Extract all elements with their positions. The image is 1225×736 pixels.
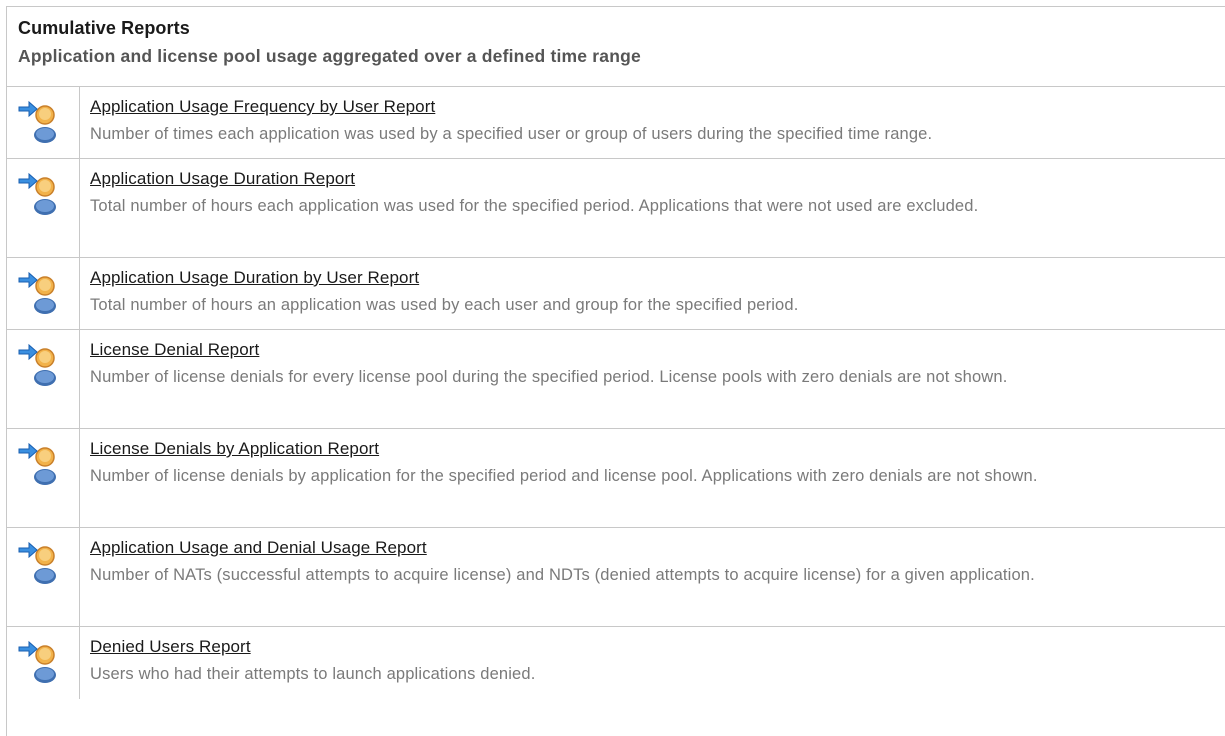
report-icon-cell	[7, 87, 80, 158]
report-text-cell: License Denials by Application Report Nu…	[80, 429, 1225, 527]
report-text-cell: Application Usage Frequency by User Repo…	[80, 87, 1225, 158]
user-report-arrow-icon	[18, 172, 56, 215]
report-icon-cell	[7, 159, 80, 257]
report-link[interactable]: License Denials by Application Report	[90, 439, 379, 459]
report-icon-cell	[7, 528, 80, 626]
user-report-arrow-icon	[18, 541, 56, 584]
report-text-cell: Application Usage Duration Report Total …	[80, 159, 1225, 257]
report-link[interactable]: Application Usage Duration by User Repor…	[90, 268, 419, 288]
report-link[interactable]: Application Usage Frequency by User Repo…	[90, 97, 435, 117]
report-link[interactable]: Application Usage and Denial Usage Repor…	[90, 538, 427, 558]
report-text-cell: Application Usage Duration by User Repor…	[80, 258, 1225, 329]
report-row: License Denial Report Number of license …	[7, 330, 1225, 429]
report-icon-cell	[7, 627, 80, 699]
user-report-arrow-icon	[18, 442, 56, 485]
report-row: Application Usage and Denial Usage Repor…	[7, 528, 1225, 627]
report-icon-cell	[7, 258, 80, 329]
user-report-arrow-icon	[18, 640, 56, 683]
report-description: Total number of hours an application was…	[90, 296, 799, 314]
panel-subtitle: Application and license pool usage aggre…	[18, 46, 641, 66]
report-description: Users who had their attempts to launch a…	[90, 665, 536, 683]
report-description: Total number of hours each application w…	[90, 197, 979, 215]
cumulative-reports-panel: Cumulative Reports Application and licen…	[6, 6, 1225, 736]
report-icon-cell	[7, 429, 80, 527]
report-row: License Denials by Application Report Nu…	[7, 429, 1225, 528]
report-icon-cell	[7, 330, 80, 428]
report-link[interactable]: License Denial Report	[90, 340, 259, 360]
panel-header: Cumulative Reports Application and licen…	[7, 7, 1225, 87]
report-text-cell: Application Usage and Denial Usage Repor…	[80, 528, 1225, 626]
report-row: Denied Users Report Users who had their …	[7, 627, 1225, 699]
user-report-arrow-icon	[18, 271, 56, 314]
report-text-cell: License Denial Report Number of license …	[80, 330, 1225, 428]
report-text-cell: Denied Users Report Users who had their …	[80, 627, 1225, 699]
report-description: Number of license denials by application…	[90, 467, 1038, 485]
panel-title: Cumulative Reports	[18, 18, 190, 38]
user-report-arrow-icon	[18, 343, 56, 386]
report-description: Number of times each application was use…	[90, 125, 933, 143]
report-row: Application Usage Frequency by User Repo…	[7, 87, 1225, 159]
report-row: Application Usage Duration Report Total …	[7, 159, 1225, 258]
user-report-arrow-icon	[18, 100, 56, 143]
report-description: Number of license denials for every lice…	[90, 368, 1008, 386]
report-link[interactable]: Denied Users Report	[90, 637, 251, 657]
report-row: Application Usage Duration by User Repor…	[7, 258, 1225, 330]
report-link[interactable]: Application Usage Duration Report	[90, 169, 355, 189]
report-description: Number of NATs (successful attempts to a…	[90, 566, 1035, 584]
